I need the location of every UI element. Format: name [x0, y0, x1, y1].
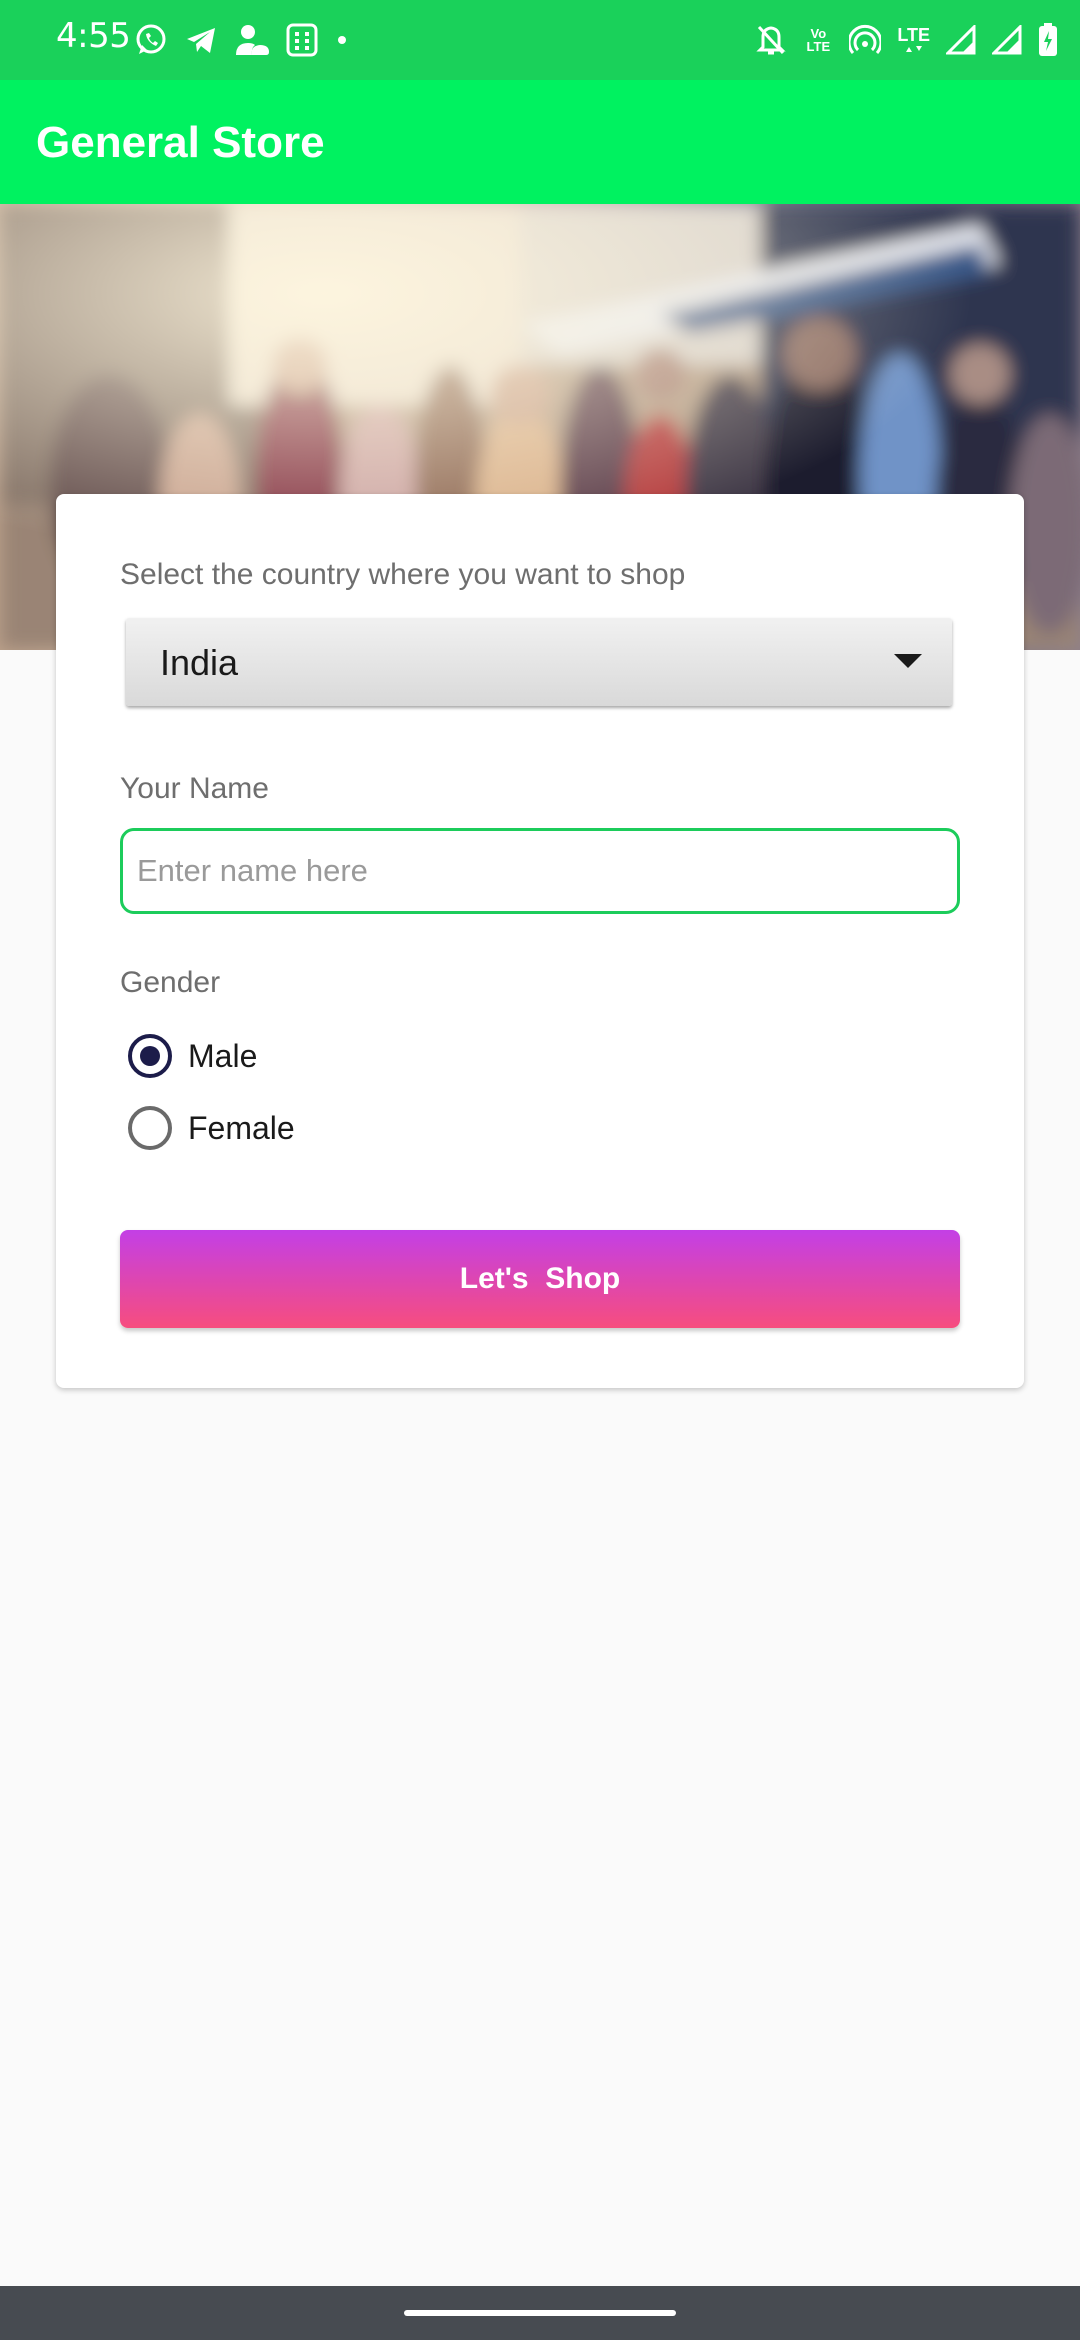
name-label: Your Name [120, 772, 269, 805]
home-gesture-handle[interactable] [404, 2310, 676, 2316]
radio-checked-icon [128, 1034, 172, 1078]
shop-form-card: Select the country where you want to sho… [56, 494, 1024, 1388]
lte-label: LTE [897, 25, 930, 45]
gender-label: Gender [120, 966, 221, 999]
caret-down-icon [894, 654, 922, 668]
navigation-bar [0, 2286, 1080, 2340]
battery-charging-icon [1038, 23, 1058, 57]
name-input[interactable] [120, 828, 960, 914]
status-system-icons: Vo LTE LTE [739, 18, 1058, 62]
signal-icon [946, 25, 976, 55]
app-bar: General Store [0, 80, 1080, 204]
whatsapp-icon [134, 23, 168, 57]
country-dropdown[interactable]: India [126, 618, 952, 706]
lets-shop-button[interactable]: Let's Shop [120, 1230, 960, 1328]
telegram-icon [184, 23, 218, 57]
signal-icon [992, 25, 1022, 55]
status-time: 4:55 [56, 16, 131, 56]
bell-off-icon [755, 23, 787, 57]
hotspot-icon [849, 24, 882, 56]
gender-option-label: Male [188, 1037, 258, 1074]
lte-icon: LTE [897, 26, 930, 54]
gender-radio-male[interactable]: Male [128, 1028, 257, 1084]
country-selected-value: India [160, 642, 239, 683]
status-notification-icons [134, 20, 366, 60]
volte-icon: Vo LTE [806, 26, 831, 54]
radio-unchecked-icon [128, 1106, 172, 1150]
status-bar: 4:55 Vo LTE LTE [0, 0, 1080, 80]
gender-option-label: Female [188, 1109, 295, 1146]
cloud-person-icon [234, 23, 270, 57]
app-title: General Store [36, 118, 325, 167]
dot-icon [334, 32, 350, 48]
calculator-icon [286, 23, 318, 57]
gender-radio-female[interactable]: Female [128, 1100, 295, 1156]
country-label: Select the country where you want to sho… [120, 558, 686, 591]
